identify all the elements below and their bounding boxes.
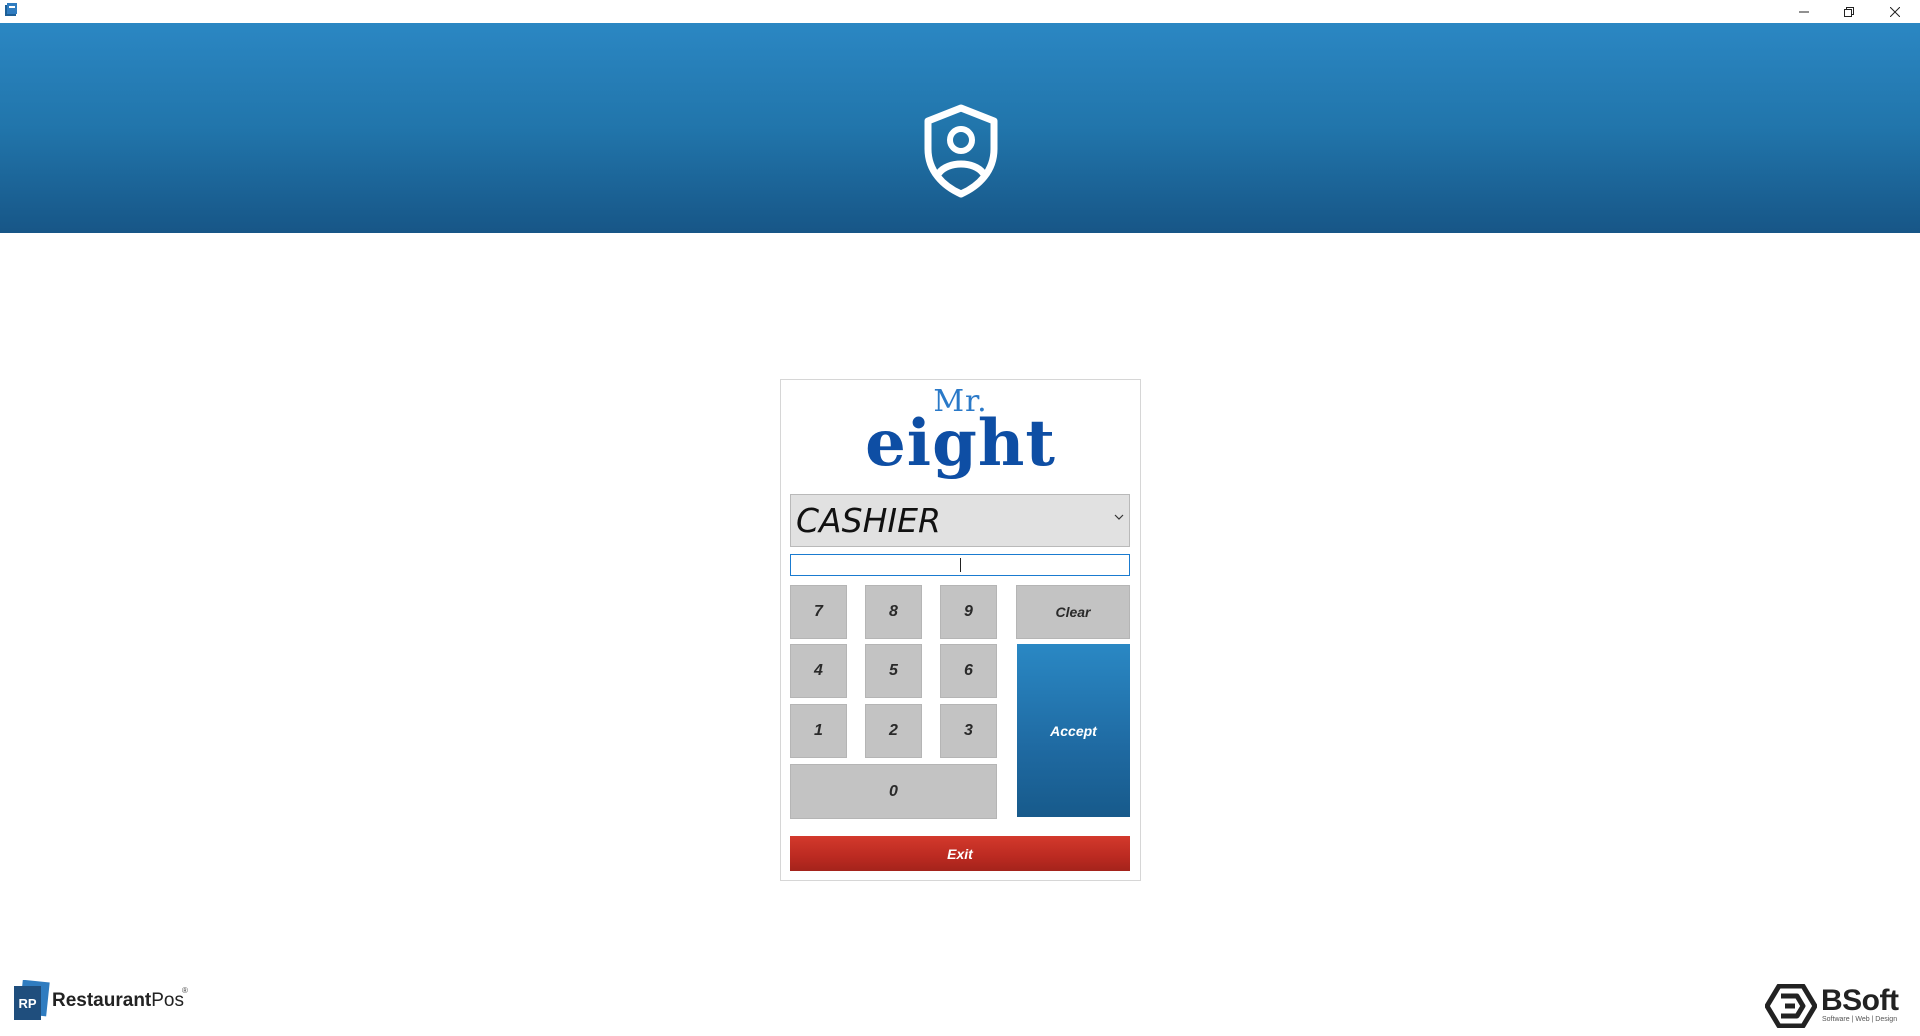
restaurantpos-wordmark-bold: Restaurant xyxy=(52,990,152,1011)
key-7[interactable]: 7 xyxy=(790,585,847,639)
restaurantpos-badge-icon: RP xyxy=(14,980,50,1020)
text-caret xyxy=(960,558,961,572)
role-dropdown-value: CASHIER xyxy=(796,501,941,540)
brand-logo-line2: eight xyxy=(865,406,1056,481)
restore-button[interactable] xyxy=(1826,0,1872,23)
bsoft-tagline: Software | Web | Design xyxy=(1822,1016,1898,1023)
restore-icon xyxy=(1844,6,1854,17)
app-icon xyxy=(5,3,17,16)
header-banner xyxy=(0,23,1920,233)
exit-button[interactable]: Exit xyxy=(790,836,1130,871)
close-icon xyxy=(1890,6,1900,17)
window-titlebar xyxy=(0,0,1920,23)
bsoft-logo: BSoft Software | Web | Design xyxy=(1765,982,1915,1030)
close-button[interactable] xyxy=(1872,0,1918,23)
pin-input[interactable] xyxy=(790,554,1130,576)
restaurantpos-wordmark: RestaurantPos xyxy=(52,990,184,1012)
registered-mark: ® xyxy=(182,986,188,995)
accept-button[interactable]: Accept xyxy=(1017,644,1130,817)
key-2[interactable]: 2 xyxy=(865,704,922,758)
bsoft-mark-icon xyxy=(1765,984,1817,1028)
restaurantpos-badge-text: RP xyxy=(18,996,36,1011)
user-shield-icon xyxy=(924,104,998,198)
key-4[interactable]: 4 xyxy=(790,644,847,698)
bsoft-wordmark: BSoft xyxy=(1821,984,1899,1017)
key-1[interactable]: 1 xyxy=(790,704,847,758)
key-0[interactable]: 0 xyxy=(790,764,997,819)
key-3[interactable]: 3 xyxy=(940,704,997,758)
login-card: Mr. eight CASHIER 7 8 9 Clear 4 5 6 1 2 … xyxy=(780,379,1141,881)
clear-button[interactable]: Clear xyxy=(1016,585,1130,639)
key-8[interactable]: 8 xyxy=(865,585,922,639)
minimize-button[interactable] xyxy=(1781,0,1827,23)
key-5[interactable]: 5 xyxy=(865,644,922,698)
key-6[interactable]: 6 xyxy=(940,644,997,698)
chevron-down-icon xyxy=(1114,514,1124,520)
minimize-icon xyxy=(1799,11,1809,12)
brand-logo: Mr. eight xyxy=(781,384,1140,486)
key-9[interactable]: 9 xyxy=(940,585,997,639)
role-dropdown[interactable]: CASHIER xyxy=(790,494,1130,547)
restaurantpos-wordmark-regular: Pos xyxy=(151,990,184,1011)
restaurantpos-logo: RP RestaurantPos ® xyxy=(12,980,202,1024)
